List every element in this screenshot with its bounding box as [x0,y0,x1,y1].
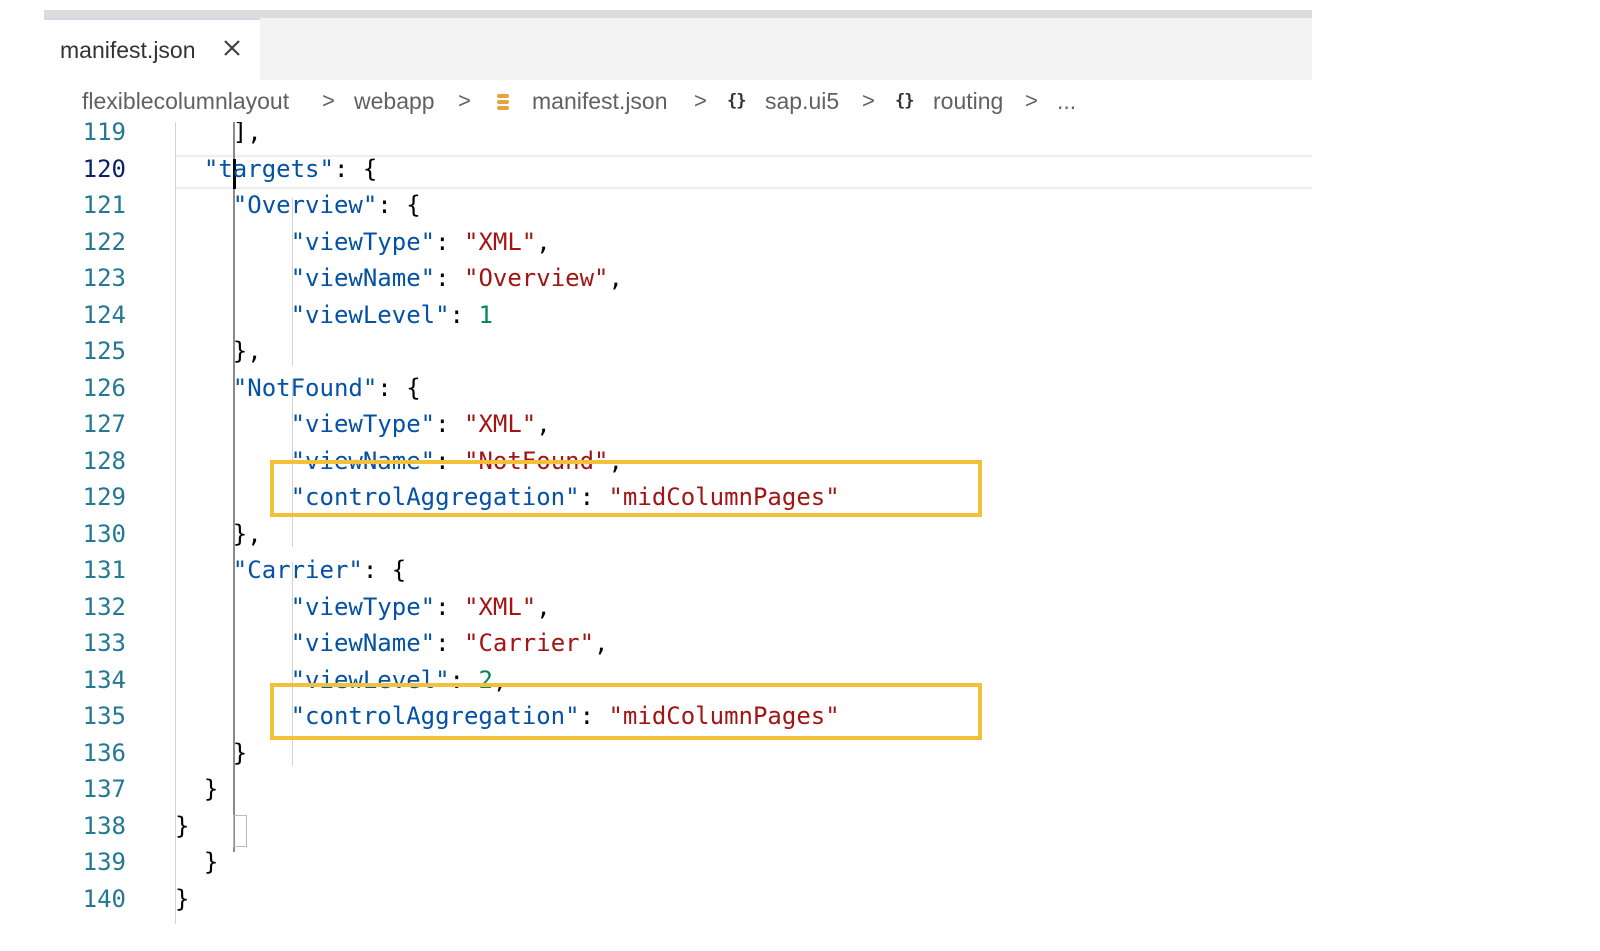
code-text: } [203,775,219,803]
code-line[interactable]: 125 }, [44,334,1312,370]
line-number: 122 [82,227,126,256]
code-text: "controlAggregation": "midColumnPages" [290,483,840,511]
code-area[interactable]: 119 ], 120 "targets": {121 "Overview": {1… [44,122,1312,924]
breadcrumb: flexiblecolumnlayout > webapp > manifest… [44,80,1312,122]
code-line[interactable]: 126 "NotFound": { [44,371,1312,407]
code-line[interactable]: 124 "viewLevel": 1 [44,298,1312,334]
braces-icon: {} [727,91,747,111]
code-line[interactable]: 133 "viewName": "Carrier", [44,626,1312,662]
line-number: 133 [82,629,126,657]
title-strip [44,10,1312,18]
code-line[interactable]: 119 ], [44,122,1312,151]
line-number: 126 [82,373,126,402]
json-file-icon [497,94,509,110]
code-text: "viewName": "Carrier", [290,629,609,657]
chevron-right-icon: > [458,88,471,113]
close-icon[interactable] [221,37,243,59]
code-line[interactable]: 134 "viewLevel": 2, [44,663,1312,699]
line-number: 124 [82,300,126,329]
code-line[interactable]: 121 "Overview": { [44,188,1312,224]
breadcrumb-item-webapp[interactable]: webapp [354,88,435,115]
code-line[interactable]: 135 "controlAggregation": "midColumnPage… [44,699,1312,735]
code-line[interactable]: 131 "Carrier": { [44,553,1312,589]
code-text: }, [232,519,262,548]
line-number: 136 [82,738,126,767]
line-number: 137 [82,775,126,803]
code-text: ], [232,122,262,146]
code-line[interactable]: 120 "targets": { [44,152,1312,188]
code-text: "viewName": "NotFound", [290,446,623,475]
code-text: "viewLevel": 2, [290,665,508,694]
line-number: 125 [82,337,126,365]
code-line[interactable]: 139 } [44,845,1312,881]
code-text: } [175,884,190,913]
line-number: 140 [82,884,126,913]
code-line[interactable]: 140} [44,882,1312,918]
braces-icon: {} [895,91,915,111]
line-number: 135 [82,702,126,730]
tab-manifest-json[interactable]: manifest.json [44,18,260,80]
code-text: "viewType": "XML", [290,227,551,256]
code-line[interactable]: 127 "viewType": "XML", [44,407,1312,443]
code-text: "viewType": "XML", [290,410,551,438]
code-text: "viewName": "Overview", [290,264,623,292]
code-text: }, [232,337,262,365]
code-text: } [203,848,219,876]
line-number: 121 [82,191,126,219]
chevron-right-icon: > [1025,88,1038,113]
line-number: 119 [82,122,126,146]
line-number: 134 [82,665,126,694]
tab-bar: manifest.json [44,18,1312,80]
code-text: "NotFound": { [232,373,421,402]
code-line[interactable]: 138} [44,809,1312,845]
breadcrumb-item-flexiblecolumnlayout[interactable]: flexiblecolumnlayout [82,88,289,115]
line-number: 127 [82,410,126,438]
line-number: 128 [82,446,126,475]
code-text: "Overview": { [232,191,421,219]
code-text: } [175,811,190,840]
code-line[interactable]: 128 "viewName": "NotFound", [44,444,1312,480]
breadcrumb-item-routing[interactable]: routing [933,88,1003,115]
code-line[interactable]: 123 "viewName": "Overview", [44,261,1312,297]
line-number: 123 [82,264,126,292]
code-line[interactable]: 136 } [44,736,1312,772]
code-text: "viewLevel": 1 [290,300,493,329]
code-editor: manifest.json flexiblecolumnlayout > web… [44,10,1312,924]
line-number: 138 [82,811,126,840]
line-number: 130 [82,519,126,548]
chevron-right-icon: > [694,88,707,113]
code-text: } [232,738,248,767]
line-number: 129 [82,483,126,511]
code-line[interactable]: 137 } [44,772,1312,808]
code-text: "Carrier": { [232,556,407,584]
tab-label: manifest.json [60,37,196,63]
code-line[interactable]: 129 "controlAggregation": "midColumnPage… [44,480,1312,516]
code-text: "controlAggregation": "midColumnPages" [290,702,840,730]
chevron-right-icon: > [322,88,335,113]
line-number: 139 [82,848,126,876]
code-line[interactable]: 122 "viewType": "XML", [44,225,1312,261]
line-number: 120 [82,154,126,183]
code-line[interactable]: 132 "viewType": "XML", [44,590,1312,626]
breadcrumb-item-more[interactable]: ... [1057,88,1076,115]
breadcrumb-item-sap-ui5[interactable]: sap.ui5 [765,88,839,115]
line-number: 132 [82,592,126,621]
line-number: 131 [82,556,126,584]
code-text: "viewType": "XML", [290,592,551,621]
breadcrumb-item-manifest-json[interactable]: manifest.json [532,88,668,115]
code-line[interactable]: 130 }, [44,517,1312,553]
code-text: "targets": { [203,154,378,183]
chevron-right-icon: > [862,88,875,113]
